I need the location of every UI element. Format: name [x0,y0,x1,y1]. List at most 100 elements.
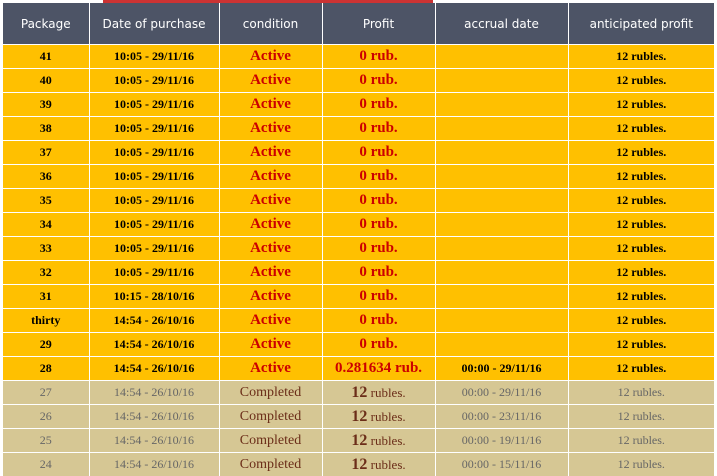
package-cell: 39 [3,93,89,117]
purchase-date-cell: 10:05 - 29/11/16 [89,189,219,213]
profit-unit: rub. [395,360,422,376]
accrual-date-cell [435,213,568,237]
table-row: 3510:05 - 29/11/16Active0 rub.12 rubles. [3,189,714,213]
profit-amount: 0 [359,72,367,88]
purchase-date-cell: 14:54 - 26/10/16 [89,357,219,381]
profit-unit: rub. [371,72,398,88]
profit-unit: rubles. [371,457,406,472]
accrual-date-cell [435,45,568,69]
profit-unit: rub. [371,144,398,160]
accrual-date-cell [435,165,568,189]
condition-cell: Active [219,117,322,141]
column-header-accrual-date: accrual date [435,3,568,45]
condition-cell: Active [219,165,322,189]
package-cell: 26 [3,405,89,429]
table-row: 4110:05 - 29/11/16Active0 rub.12 rubles. [3,45,714,69]
profit-unit: rub. [371,336,398,352]
table-row: 3310:05 - 29/11/16Active0 rub.12 rubles. [3,237,714,261]
profit-unit: rub. [371,192,398,208]
accrual-date-cell [435,93,568,117]
profit-amount: 12 [351,456,367,473]
column-header-package: Package [3,3,89,45]
profit-amount: 12 [351,384,367,401]
purchase-date-cell: 14:54 - 26/10/16 [89,429,219,453]
profit-unit: rub. [371,288,398,304]
profit-unit: rub. [371,264,398,280]
column-header-anticipated-profit: anticipated profit [568,3,714,45]
condition-cell: Completed [219,381,322,405]
profit-cell: 0 rub. [322,309,435,333]
profit-amount: 0 [359,288,367,304]
column-header-profit: Profit [322,3,435,45]
condition-cell: Active [219,189,322,213]
profit-unit: rub. [371,240,398,256]
profit-unit: rub. [371,120,398,136]
purchase-date-cell: 10:05 - 29/11/16 [89,117,219,141]
profit-amount: 0 [359,312,367,328]
profit-amount: 0 [359,48,367,64]
anticipated-profit-cell: 12 rubles. [568,45,714,69]
profit-amount: 0 [359,168,367,184]
table-row: 3810:05 - 29/11/16Active0 rub.12 rubles. [3,117,714,141]
condition-cell: Active [219,141,322,165]
package-cell: 25 [3,429,89,453]
profit-cell: 0 rub. [322,117,435,141]
purchase-date-cell: 14:54 - 26/10/16 [89,381,219,405]
table-row: 2814:54 - 26/10/16Active0.281634 rub.00:… [3,357,714,381]
table-row: 3710:05 - 29/11/16Active0 rub.12 rubles. [3,141,714,165]
table-row: 2714:54 - 26/10/16Completed12 rubles.00:… [3,381,714,405]
anticipated-profit-cell: 12 rubles. [568,165,714,189]
profit-amount: 0 [359,96,367,112]
profit-unit: rub. [371,48,398,64]
profit-amount: 0 [359,120,367,136]
profit-amount: 0 [359,240,367,256]
anticipated-profit-cell: 12 rubles. [568,213,714,237]
accrual-date-cell: 00:00 - 15/11/16 [435,453,568,476]
condition-cell: Active [219,69,322,93]
package-cell: 35 [3,189,89,213]
condition-cell: Completed [219,405,322,429]
package-cell: 27 [3,381,89,405]
profit-amount: 0 [359,264,367,280]
package-cell: 38 [3,117,89,141]
profit-cell: 0 rub. [322,333,435,357]
profit-cell: 0 rub. [322,237,435,261]
table-row: 3210:05 - 29/11/16Active0 rub.12 rubles. [3,261,714,285]
anticipated-profit-cell: 12 rubles. [568,285,714,309]
anticipated-profit-cell: 12 rubles. [568,189,714,213]
anticipated-profit-cell: 12 rubles. [568,333,714,357]
package-cell: 28 [3,357,89,381]
profit-cell: 12 rubles. [322,381,435,405]
profit-amount: 0 [359,144,367,160]
table-row: thirty14:54 - 26/10/16Active0 rub.12 rub… [3,309,714,333]
package-cell: 32 [3,261,89,285]
package-cell: thirty [3,309,89,333]
anticipated-profit-cell: 12 rubles. [568,261,714,285]
profit-unit: rubles. [371,409,406,424]
table-row: 4010:05 - 29/11/16Active0 rub.12 rubles. [3,69,714,93]
package-cell: 29 [3,333,89,357]
profit-unit: rub. [371,312,398,328]
condition-cell: Active [219,261,322,285]
condition-cell: Active [219,237,322,261]
purchase-date-cell: 14:54 - 26/10/16 [89,453,219,476]
table-row: 2914:54 - 26/10/16Active0 rub.12 rubles. [3,333,714,357]
profit-cell: 12 rubles. [322,453,435,476]
profit-unit: rubles. [371,385,406,400]
package-cell: 24 [3,453,89,476]
anticipated-profit-cell: 12 rubles. [568,381,714,405]
table-row: 2614:54 - 26/10/16Completed12 rubles.00:… [3,405,714,429]
profit-cell: 0 rub. [322,261,435,285]
accrual-date-cell [435,141,568,165]
column-header-condition: condition [219,3,322,45]
profit-amount: 12 [351,432,367,449]
purchase-date-cell: 10:05 - 29/11/16 [89,45,219,69]
packages-table: Package Date of purchase condition Profi… [3,3,714,476]
package-cell: 40 [3,69,89,93]
package-cell: 33 [3,237,89,261]
anticipated-profit-cell: 12 rubles. [568,453,714,476]
profit-unit: rubles. [371,433,406,448]
column-header-date-of-purchase: Date of purchase [89,3,219,45]
accrual-date-cell [435,189,568,213]
table-row: 3610:05 - 29/11/16Active0 rub.12 rubles. [3,165,714,189]
